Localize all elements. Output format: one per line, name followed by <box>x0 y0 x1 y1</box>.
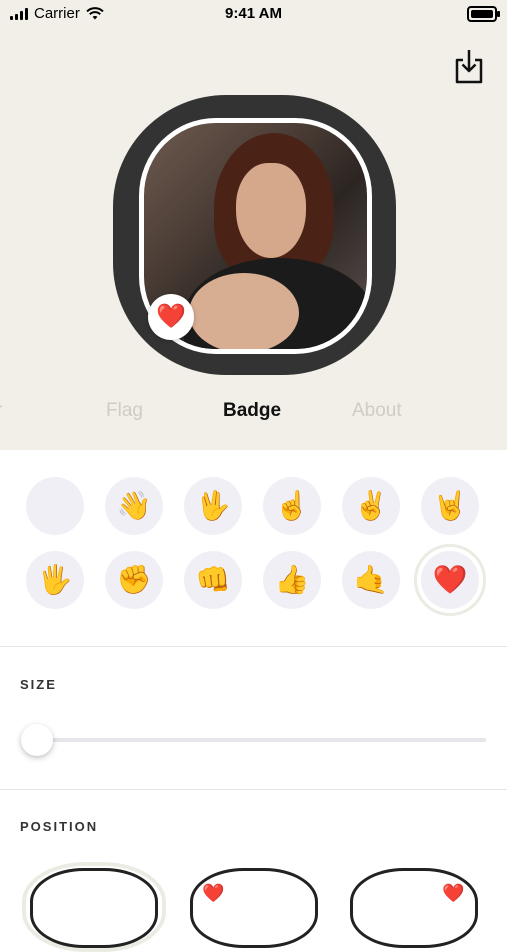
status-bar: Carrier 9:41 AM <box>0 0 507 28</box>
badge-option-raised-fist[interactable]: ✊ <box>105 551 163 609</box>
badge-overlay: ❤️ <box>148 294 194 340</box>
badge-option-index-up[interactable]: ☝️ <box>263 477 321 535</box>
divider <box>0 789 507 790</box>
badge-option-call-me[interactable]: 🤙 <box>342 551 400 609</box>
badge-option-raised-hand[interactable]: 🖐️ <box>26 551 84 609</box>
badge-option-vulcan-salute[interactable]: 🖖 <box>184 477 242 535</box>
download-button[interactable] <box>451 46 487 86</box>
tab-about[interactable]: About <box>352 400 402 422</box>
badge-option-rock-on[interactable]: 🤘 <box>421 477 479 535</box>
heart-icon: ❤️ <box>442 883 465 903</box>
preview-area: Carrier 9:41 AM ❤️ r Flag Badge About <box>0 0 507 450</box>
battery-icon <box>467 6 500 22</box>
position-frame-icon <box>190 868 318 948</box>
size-label: SIZE <box>20 677 57 692</box>
tab-previous[interactable]: r <box>0 400 2 422</box>
position-label: POSITION <box>20 819 99 834</box>
badge-option-victory-hand[interactable]: ✌️ <box>342 477 400 535</box>
tab-bar: r Flag Badge About <box>0 400 507 430</box>
position-option-top-left[interactable]: ❤️ <box>190 868 318 948</box>
tab-flag[interactable]: Flag <box>106 400 143 422</box>
position-frame-icon <box>30 868 158 948</box>
download-icon <box>455 50 483 84</box>
status-right <box>467 6 500 22</box>
badge-option-waving-hand[interactable]: 👋 <box>105 477 163 535</box>
status-time: 9:41 AM <box>225 5 282 22</box>
size-slider-thumb[interactable] <box>21 724 53 756</box>
tab-badge[interactable]: Badge <box>223 400 281 422</box>
divider <box>0 646 507 647</box>
size-slider-track[interactable] <box>36 738 486 742</box>
position-option-top-right[interactable]: ❤️ <box>350 868 478 948</box>
badge-grid: 👋 🖖 ☝️ ✌️ 🤘 🖐️ ✊ 👊 👍 🤙 ❤️ <box>26 477 486 616</box>
badge-option-heart[interactable]: ❤️ <box>414 544 486 616</box>
badge-option-thumbs-up[interactable]: 👍 <box>263 551 321 609</box>
heart-icon: ❤️ <box>202 883 225 903</box>
position-frame-icon <box>350 868 478 948</box>
position-option-none[interactable] <box>22 862 166 952</box>
badge-option-oncoming-fist[interactable]: 👊 <box>184 551 242 609</box>
badge-option-none[interactable] <box>26 477 84 535</box>
